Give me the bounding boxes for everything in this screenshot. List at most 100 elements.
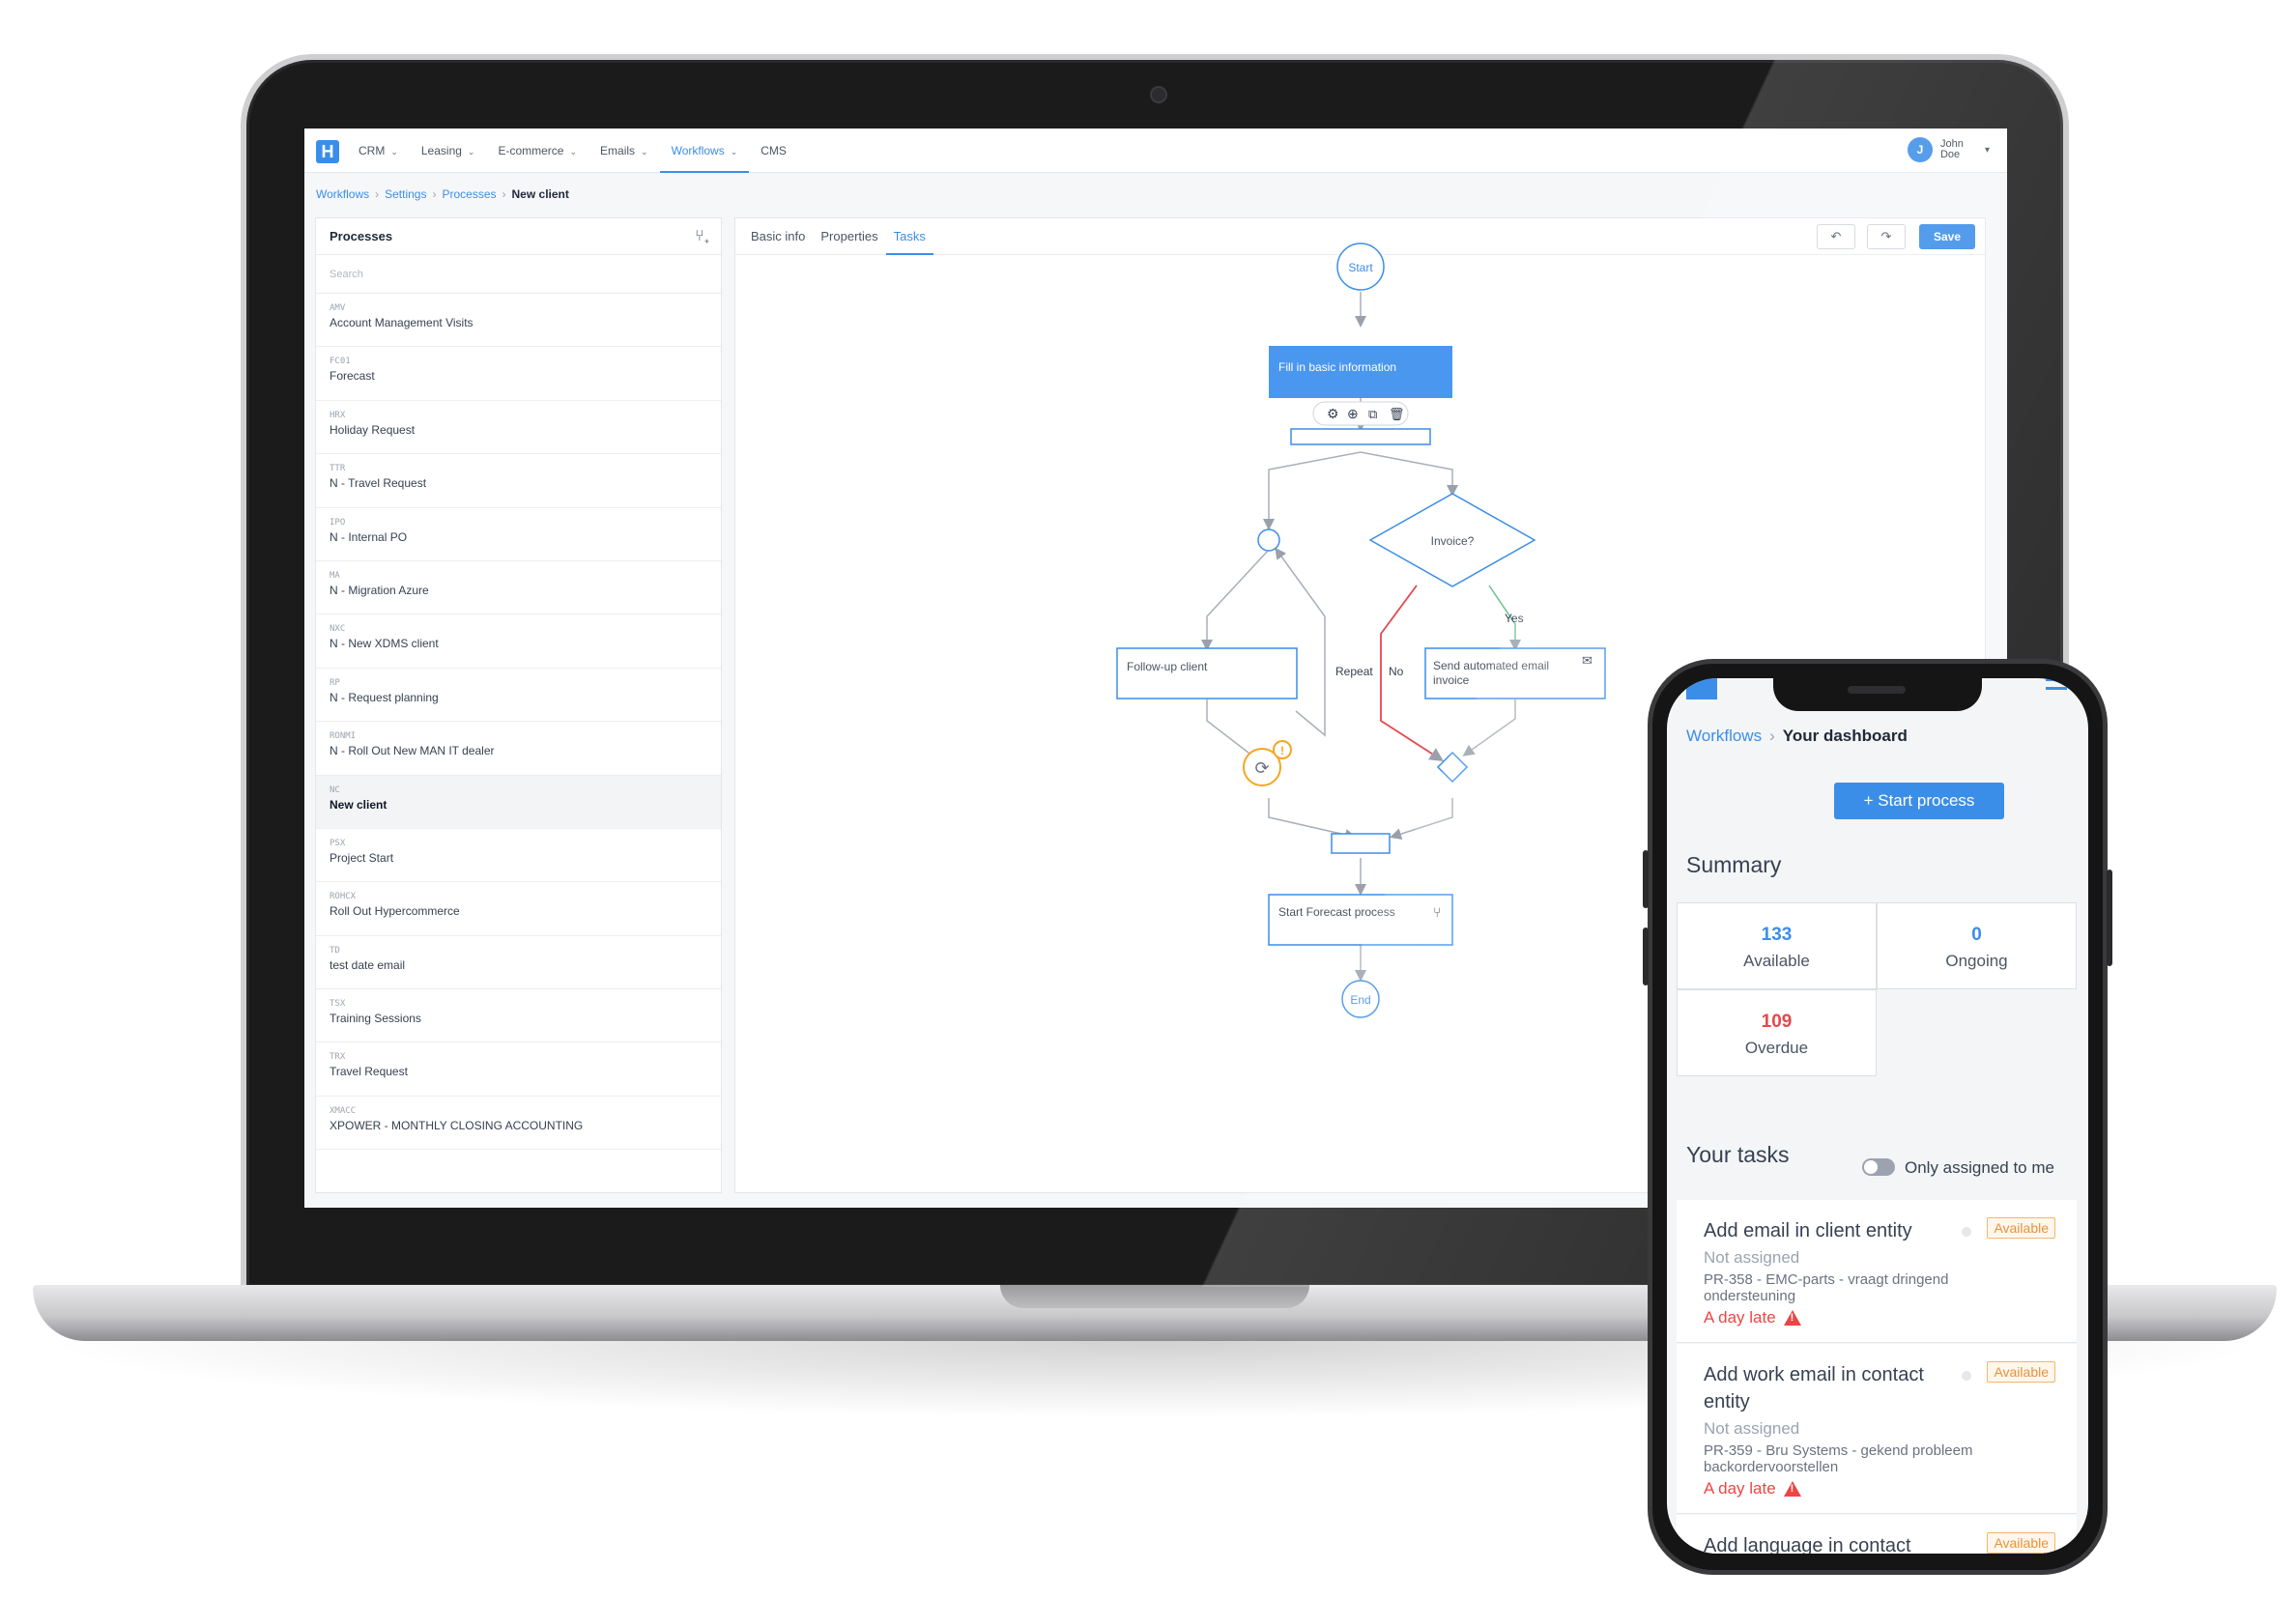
process-code: XMACC: [330, 1105, 357, 1116]
process-name: New client: [330, 797, 387, 812]
chevron-down-icon: ⌄: [569, 147, 578, 157]
phone-volume-button: [1643, 850, 1649, 908]
summary-value: 133: [1761, 925, 1793, 945]
process-item[interactable]: TRX Travel Request: [316, 1042, 721, 1097]
connector: [1263, 451, 1362, 530]
process-search-input[interactable]: Search: [316, 255, 721, 294]
process-name: Travel Request: [330, 1065, 408, 1079]
hamburger-icon[interactable]: [2046, 678, 2067, 690]
connector: [1462, 699, 1516, 756]
merge-gateway[interactable]: [1436, 751, 1469, 784]
process-code: TTR: [330, 464, 346, 474]
start-label: Start: [1348, 261, 1373, 274]
nav-item-label: CMS: [761, 144, 787, 157]
task-send-email-text: Send automated email invoice: [1433, 659, 1550, 687]
process-item[interactable]: TD test date email: [316, 936, 721, 990]
nav-item-crm[interactable]: CRM ⌄: [347, 128, 410, 173]
task-card[interactable]: Add work email in contact entity Availab…: [1677, 1344, 2077, 1514]
summary-available[interactable]: 133 Available: [1677, 902, 1877, 989]
task-title: Add language in contact: [1704, 1535, 1911, 1554]
process-name: N - Request planning: [330, 690, 439, 704]
late-label: A day late: [1704, 1479, 1776, 1498]
status-dot: [1962, 1371, 1971, 1381]
start-process-button[interactable]: + Start process: [1834, 783, 2004, 819]
process-item[interactable]: RONMI N - Roll Out New MAN IT dealer: [316, 722, 721, 776]
nav-item-label: Emails: [600, 144, 636, 157]
trash-icon[interactable]: 🗑: [1389, 407, 1405, 421]
nav-item-emails[interactable]: Emails ⌄: [588, 128, 660, 173]
task-start-forecast-process[interactable]: [1268, 894, 1453, 946]
add-icon[interactable]: ⊕: [1347, 406, 1359, 421]
process-item[interactable]: PSX Project Start: [316, 829, 721, 883]
process-item[interactable]: ROHCX Roll Out Hypercommerce: [316, 882, 721, 936]
summary-title: Summary: [1686, 852, 1782, 877]
app-logo[interactable]: [1686, 678, 1717, 699]
process-code: NXC: [330, 624, 346, 635]
nav-item-ecommerce[interactable]: E-commerce ⌄: [486, 128, 588, 173]
breadcrumb-link[interactable]: Settings: [385, 187, 426, 201]
process-item[interactable]: FC01 Forecast: [316, 347, 721, 401]
process-item[interactable]: NXC N - New XDMS client: [316, 614, 721, 669]
nav-item-cms[interactable]: CMS: [749, 128, 798, 173]
process-name: Project Start: [330, 850, 394, 865]
process-item[interactable]: HRX Holiday Request: [316, 401, 721, 455]
task-follow-up-client[interactable]: [1116, 647, 1298, 699]
summary-overdue[interactable]: 109 Overdue: [1677, 989, 1877, 1076]
phone-speaker: [1848, 686, 1906, 694]
process-name: Holiday Request: [330, 422, 416, 437]
status-dot: [1962, 1227, 1971, 1237]
process-name: Account Management Visits: [330, 316, 474, 329]
task-assignee: Not assigned: [1704, 1419, 1800, 1438]
process-code: RP: [330, 677, 340, 688]
warning-icon: [1783, 1481, 1801, 1497]
task-send-email-label: Send automated email invoice: [1433, 659, 1550, 687]
app-logo[interactable]: H: [316, 140, 339, 163]
end-label: End: [1350, 993, 1370, 1007]
mail-icon: ✉: [1582, 653, 1593, 668]
task-card[interactable]: Add email in client entity Available Not…: [1677, 1200, 2077, 1343]
status-badge: Available: [1987, 1217, 2055, 1239]
merge-node[interactable]: [1257, 528, 1280, 552]
process-item[interactable]: TSX Training Sessions: [316, 989, 721, 1043]
user-menu[interactable]: J John Doe ▾: [1907, 137, 1990, 162]
add-process-icon[interactable]: ⑂+: [695, 218, 709, 260]
process-code: AMV: [330, 303, 346, 313]
copy-icon[interactable]: ⧉: [1368, 407, 1377, 421]
process-name: N - Internal PO: [330, 529, 408, 544]
parallel-gateway-top[interactable]: [1290, 428, 1431, 445]
status-badge: Available: [1987, 1361, 2055, 1383]
summary-label: Available: [1743, 952, 1810, 970]
process-item[interactable]: XMACC XPOWER - MONTHLY CLOSING ACCOUNTING: [316, 1097, 721, 1151]
loop-icon: ⟳: [1254, 758, 1269, 778]
process-code: HRX: [330, 410, 346, 420]
summary-label: Ongoing: [1945, 952, 2008, 970]
chevron-down-icon: ⌄: [641, 147, 648, 157]
process-item[interactable]: AMV Account Management Visits: [316, 294, 721, 348]
summary-ongoing[interactable]: 0 Ongoing: [1877, 902, 2077, 989]
breadcrumb-link[interactable]: Workflows: [1686, 727, 1762, 746]
product-showcase: H CRM ⌄ Leasing ⌄ E-commerce ⌄ Emails ⌄ Work…: [0, 0, 2296, 1598]
only-assigned-toggle[interactable]: [1862, 1158, 1895, 1176]
caret-down-icon: ▾: [1984, 144, 1990, 156]
status-badge: Available: [1987, 1532, 2055, 1554]
process-item[interactable]: MA N - Migration Azure: [316, 561, 721, 615]
parallel-gateway-bottom[interactable]: [1331, 833, 1391, 854]
breadcrumb-link[interactable]: Processes: [442, 187, 496, 201]
connector: [1268, 798, 1357, 841]
warning-mark: !: [1280, 744, 1284, 757]
process-code: TD: [330, 945, 340, 956]
gear-icon[interactable]: ⚙: [1327, 406, 1339, 421]
nav-item-workflows[interactable]: Workflows ⌄: [659, 128, 750, 173]
breadcrumb-separator: ›: [375, 187, 380, 201]
process-item-selected[interactable]: NC New client: [316, 775, 721, 829]
process-item[interactable]: RP N - Request planning: [316, 669, 721, 723]
process-item[interactable]: IPO N - Internal PO: [316, 508, 721, 561]
task-card[interactable]: Add language in contact Available: [1677, 1515, 2077, 1554]
processes-title: Processes: [330, 229, 393, 243]
process-name: N - Migration Azure: [330, 583, 429, 597]
breadcrumb-link[interactable]: Workflows: [316, 187, 369, 201]
process-item[interactable]: TTR N - Travel Request: [316, 454, 721, 508]
process-name: XPOWER - MONTHLY CLOSING ACCOUNTING: [330, 1118, 584, 1132]
summary-value: 109: [1761, 1012, 1793, 1032]
nav-item-leasing[interactable]: Leasing ⌄: [410, 128, 487, 173]
